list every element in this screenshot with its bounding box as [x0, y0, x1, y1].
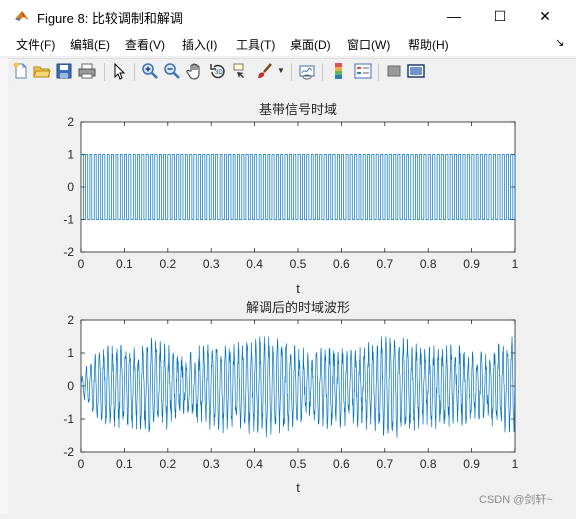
x-tick-label: 0 [78, 257, 85, 271]
brush-icon[interactable] [256, 62, 274, 80]
x-tick-label: 0.2 [159, 457, 176, 471]
zoom-in-icon[interactable] [141, 62, 159, 80]
menu-overflow-icon[interactable]: ↘ [555, 36, 564, 49]
subplot-title: 基带信号时域 [259, 102, 337, 117]
open-file-icon[interactable] [33, 62, 51, 80]
svg-text:3D: 3D [215, 70, 223, 76]
menu-desktop[interactable]: 桌面(D) [290, 36, 331, 53]
toolbar-separator [322, 63, 323, 81]
x-axis-label: t [296, 281, 300, 296]
subplot-demodulated[interactable]: 解调后的时域波形 0 0.1 0.2 0.3 0.4 0.5 0.6 0.7 0.8 0.9 1 -2… [63, 300, 518, 495]
x-tick-label: 0.9 [463, 257, 480, 271]
y-tick-label: 1 [67, 346, 74, 360]
x-tick-label: 0.5 [290, 257, 307, 271]
x-tick-label: 0.6 [333, 457, 350, 471]
toolbar-separator [134, 63, 135, 81]
toolbar-separator [104, 63, 105, 81]
x-tick-label: 0.6 [333, 257, 350, 271]
x-tick-label: 1 [512, 257, 519, 271]
x-tick-label: 0.3 [203, 457, 220, 471]
print-icon[interactable] [78, 62, 96, 80]
x-tick-label: 0.9 [463, 457, 480, 471]
menu-view[interactable]: 查看(V) [125, 36, 165, 53]
menu-edit[interactable]: 编辑(E) [70, 36, 110, 53]
rotate-3d-icon[interactable]: 3D [209, 62, 227, 80]
close-button[interactable]: ✕ [522, 0, 568, 32]
x-tick-label: 1 [512, 457, 519, 471]
y-tick-label: 2 [67, 313, 74, 327]
x-tick-label: 0.3 [203, 257, 220, 271]
x-axis-label: t [296, 480, 300, 495]
brush-dropdown-icon[interactable]: ▼ [277, 66, 285, 75]
x-tick-label: 0.2 [159, 257, 176, 271]
x-tick-label: 0.8 [420, 457, 437, 471]
y-tick-label: 0 [67, 180, 74, 194]
pan-icon[interactable] [186, 62, 204, 80]
x-tick-label: 0.1 [116, 257, 133, 271]
subplot-title: 解调后的时域波形 [246, 300, 350, 315]
title-bar: Figure 8: 比较调制和解调 — ☐ ✕ [0, 0, 576, 32]
y-tick-label: -2 [63, 245, 74, 259]
menu-window[interactable]: 窗口(W) [347, 36, 390, 53]
x-tick-label: 0.4 [246, 257, 263, 271]
y-tick-label: 0 [67, 379, 74, 393]
data-cursor-icon[interactable] [232, 62, 250, 80]
x-tick-label: 0 [78, 457, 85, 471]
figure-canvas: 基带信号时域 0 0.1 0.2 0.3 0.4 0.5 0.6 0.7 0.8 0.9 1 -2 -1… [8, 86, 576, 514]
x-tick-label: 0.8 [420, 257, 437, 271]
new-figure-icon[interactable] [12, 62, 30, 80]
y-tick-label: 2 [67, 115, 74, 129]
menu-help[interactable]: 帮助(H) [408, 36, 449, 53]
x-tick-label: 0.7 [376, 457, 393, 471]
maximize-button[interactable]: ☐ [477, 0, 523, 32]
toolbar-separator [291, 63, 292, 81]
save-icon[interactable] [55, 62, 73, 80]
x-tick-label: 0.5 [290, 457, 307, 471]
minimize-button[interactable]: — [431, 0, 477, 32]
matlab-logo-icon [15, 11, 29, 21]
zoom-out-icon[interactable] [163, 62, 181, 80]
csdn-watermark: CSDN @剑轩~ [479, 494, 553, 506]
legend-icon[interactable] [354, 62, 372, 80]
x-tick-label: 0.4 [246, 457, 263, 471]
menu-insert[interactable]: 插入(I) [182, 36, 217, 53]
x-tick-label: 0.7 [376, 257, 393, 271]
menu-bar: 文件(F) 编辑(E) 查看(V) 插入(I) 工具(T) 桌面(D) 窗口(W… [0, 32, 576, 56]
edit-plot-icon[interactable] [110, 62, 128, 80]
menu-file[interactable]: 文件(F) [16, 36, 55, 53]
show-plot-tools-icon[interactable] [407, 62, 425, 80]
toolbar-separator [378, 63, 379, 81]
figure-plots: 基带信号时域 0 0.1 0.2 0.3 0.4 0.5 0.6 0.7 0.8 0.9 1 -2 -1… [63, 102, 518, 495]
menu-tools[interactable]: 工具(T) [236, 36, 275, 53]
y-tick-label: -2 [63, 445, 74, 459]
window-title: Figure 8: 比较调制和解调 [37, 11, 183, 26]
y-tick-label: -1 [63, 412, 74, 426]
figure-toolbar: 3D ▼ [8, 58, 576, 85]
colorbar-icon[interactable] [330, 62, 348, 80]
y-tick-label: 1 [67, 148, 74, 162]
x-tick-label: 0.1 [116, 457, 133, 471]
signal-line [81, 154, 516, 220]
link-plot-icon[interactable] [298, 62, 316, 80]
subplot-baseband[interactable]: 基带信号时域 0 0.1 0.2 0.3 0.4 0.5 0.6 0.7 0.8 0.9 1 -2 -1… [63, 102, 518, 296]
hide-plot-tools-icon[interactable] [385, 62, 403, 80]
y-tick-label: -1 [63, 213, 74, 227]
